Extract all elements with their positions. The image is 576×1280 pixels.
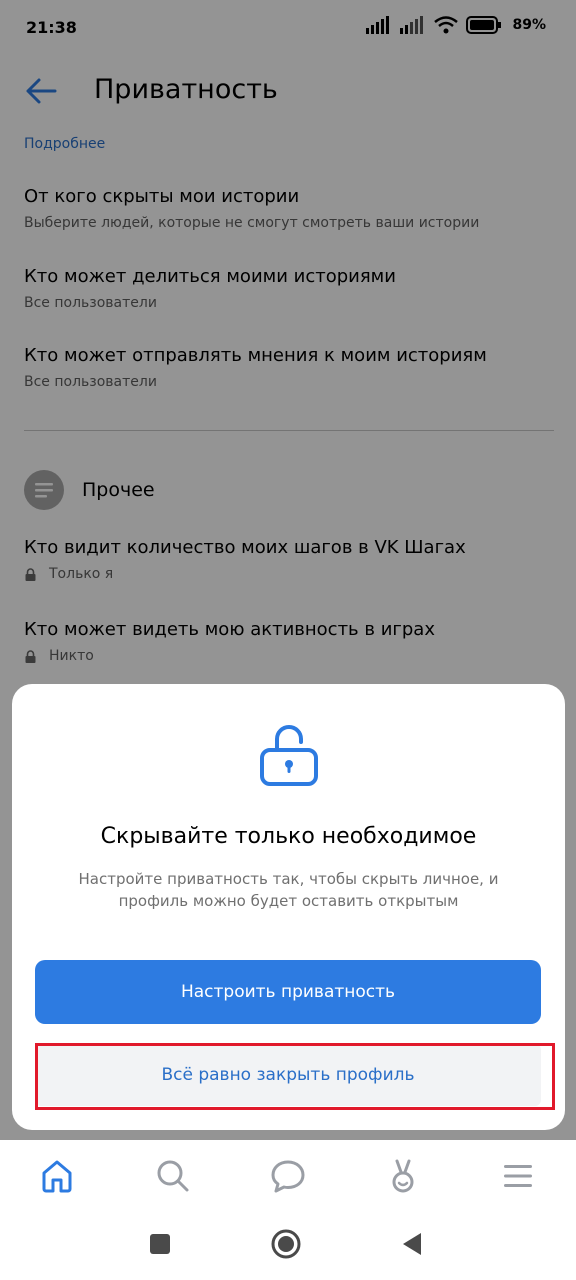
- nav-clips[interactable]: [383, 1156, 423, 1196]
- bottom-navigation: [0, 1140, 576, 1210]
- menu-icon: [504, 1165, 532, 1187]
- system-navigation: [0, 1210, 576, 1280]
- back-system-button[interactable]: [396, 1228, 428, 1260]
- messages-icon: [271, 1160, 305, 1193]
- triangle-back-icon: [403, 1233, 421, 1255]
- circle-icon: [271, 1229, 301, 1259]
- recents-button[interactable]: [144, 1228, 176, 1260]
- configure-privacy-button[interactable]: Настроить приватность: [35, 960, 541, 1024]
- nav-messages[interactable]: [268, 1156, 308, 1196]
- nav-home[interactable]: [37, 1156, 77, 1196]
- sheet-title: Скрывайте только необходимое: [100, 824, 477, 849]
- sheet-description: Настройте приватность так, чтобы скрыть …: [78, 870, 499, 910]
- privacy-bottom-sheet: Скрывайте только необходимое Настройте п…: [12, 684, 565, 1130]
- home-icon: [42, 1160, 72, 1193]
- close-profile-anyway-button[interactable]: Всё равно закрыть профиль: [35, 1044, 541, 1106]
- search-icon: [157, 1160, 189, 1192]
- home-system-button[interactable]: [270, 1228, 302, 1260]
- square-icon: [150, 1234, 170, 1254]
- nav-menu[interactable]: [498, 1156, 538, 1196]
- unlocked-padlock-icon: [260, 725, 318, 786]
- clips-icon: [392, 1159, 414, 1193]
- nav-search[interactable]: [153, 1156, 193, 1196]
